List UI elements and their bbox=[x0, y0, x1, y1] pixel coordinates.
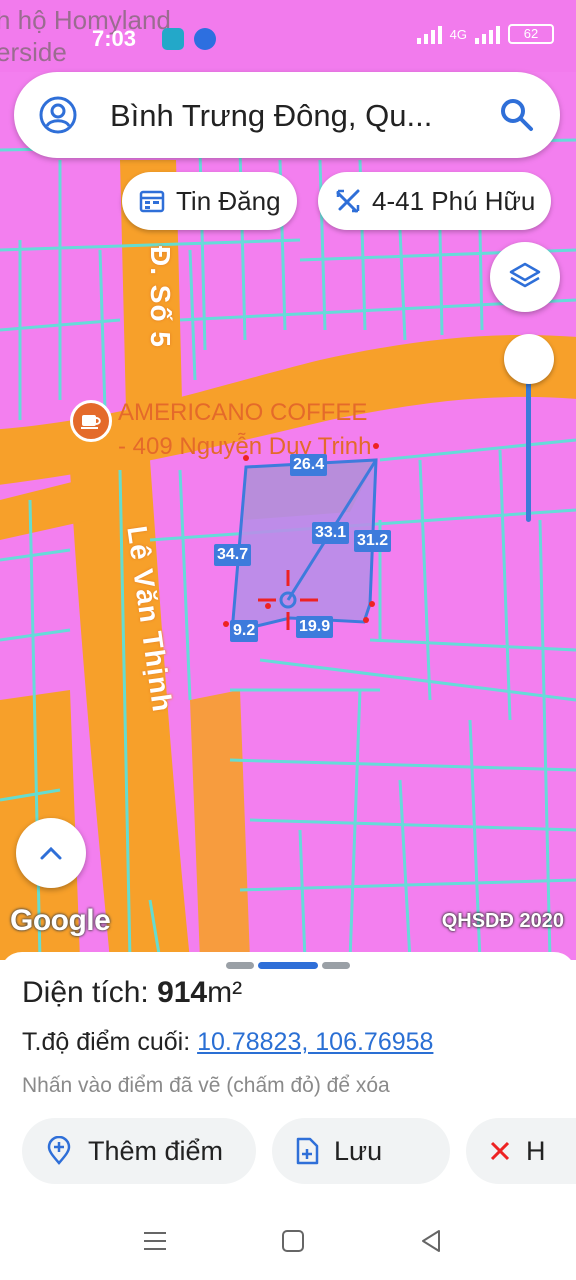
area-readout: Diện tích: 914m² bbox=[22, 976, 243, 1009]
poi-label[interactable]: AMERICANO COFFEE - 409 Nguyễn Duy Trinh bbox=[118, 396, 371, 464]
add-point-icon bbox=[47, 1136, 71, 1165]
add-point-button[interactable]: Thêm điểm bbox=[22, 1118, 256, 1184]
menu-icon[interactable] bbox=[142, 1228, 168, 1254]
battery-icon: 62 bbox=[508, 24, 554, 44]
layers-button[interactable] bbox=[490, 242, 560, 312]
cafe-icon[interactable] bbox=[70, 400, 112, 442]
map-view[interactable]: h hộ Homyland erside 7:03 4G 62 Bình Trư… bbox=[0, 0, 576, 960]
hint-text: Nhấn vào điểm đã vẽ (chấm đỏ) để xóa bbox=[22, 1074, 390, 1097]
close-icon bbox=[490, 1141, 510, 1161]
page-indicator-active bbox=[258, 962, 318, 969]
measure-label: 26.4 bbox=[290, 454, 328, 476]
opacity-slider-track[interactable] bbox=[526, 362, 531, 522]
measure-label: 33.1 bbox=[312, 522, 350, 544]
expand-up-button[interactable] bbox=[16, 818, 86, 888]
cancel-button[interactable]: H bbox=[466, 1118, 576, 1184]
calendar-icon bbox=[139, 190, 165, 213]
wifi-signal-icon bbox=[416, 24, 442, 44]
system-nav-bar bbox=[0, 1204, 576, 1280]
account-icon[interactable] bbox=[38, 95, 78, 135]
google-logo: Google bbox=[10, 904, 111, 937]
measure-label: 19.9 bbox=[296, 616, 334, 638]
messenger-icon bbox=[194, 28, 216, 50]
search-query[interactable]: Bình Trưng Đông, Qu... bbox=[110, 98, 490, 134]
screen: h hộ Homyland erside 7:03 4G 62 Bình Trư… bbox=[0, 0, 576, 1280]
network-type: 4G bbox=[449, 26, 467, 42]
search-icon[interactable] bbox=[498, 96, 536, 134]
chip-label: Tin Đăng bbox=[176, 185, 281, 216]
home-icon[interactable] bbox=[280, 1228, 306, 1254]
road-label-so5: Đ. Số 5 bbox=[145, 246, 176, 348]
layers-icon bbox=[509, 262, 541, 288]
page-indicator bbox=[226, 962, 254, 969]
chip-label: 4-41 Phú Hữu bbox=[372, 185, 536, 216]
layer-attribution: QHSDĐ 2020 bbox=[441, 910, 564, 932]
page-indicator bbox=[322, 962, 350, 969]
status-right: 4G 62 bbox=[416, 24, 554, 44]
measure-label: 9.2 bbox=[230, 620, 259, 642]
coordinate-link[interactable]: 10.78823, 106.76958 bbox=[197, 1028, 433, 1056]
search-bar[interactable]: Bình Trưng Đông, Qu... bbox=[14, 72, 560, 158]
back-icon[interactable] bbox=[418, 1228, 444, 1254]
app-notification-icon bbox=[162, 28, 184, 50]
background-place-label: h hộ Homyland erside bbox=[0, 5, 171, 67]
chevron-up-icon bbox=[40, 846, 62, 860]
save-button[interactable]: Lưu bbox=[272, 1118, 450, 1184]
chip-phu-huu[interactable]: 4-41 Phú Hữu bbox=[318, 172, 552, 230]
save-file-icon bbox=[296, 1137, 319, 1165]
cell-signal-icon bbox=[475, 24, 500, 44]
measure-label: 31.2 bbox=[354, 530, 392, 552]
ruler-cross-icon bbox=[336, 189, 360, 213]
measure-label: 34.7 bbox=[214, 544, 252, 566]
status-time: 7:03 bbox=[92, 26, 137, 51]
opacity-slider-handle[interactable] bbox=[504, 334, 554, 384]
coordinate-readout: T.độ điểm cuối: 10.78823, 106.76958 bbox=[22, 1028, 434, 1056]
chip-tin-dang[interactable]: Tin Đăng bbox=[122, 172, 297, 230]
